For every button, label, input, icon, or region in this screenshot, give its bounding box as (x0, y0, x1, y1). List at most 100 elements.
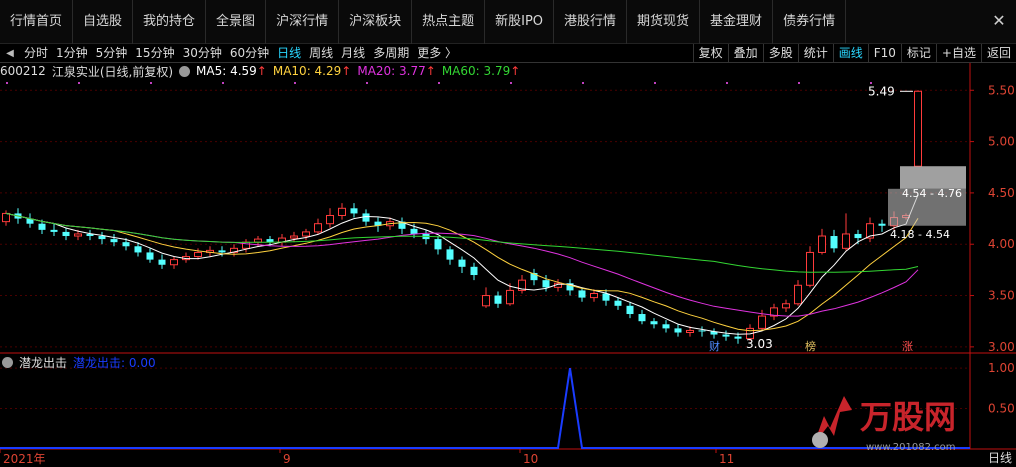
candle-body (482, 295, 490, 307)
candle-body (218, 250, 226, 253)
candle-body (446, 249, 454, 260)
period-1[interactable]: 1分钟 (52, 44, 92, 63)
candle-body (338, 207, 346, 216)
top-marker (222, 82, 224, 84)
candle-body (362, 213, 370, 222)
candle-body (494, 295, 502, 304)
stock-name: 江泉实业 (51, 64, 100, 79)
close-icon[interactable]: ✕ (990, 12, 1008, 30)
period-list: 分时 1分钟 5分钟 15分钟 30分钟 60分钟 日线 周线 月线 多周期 更多 〉 (20, 44, 461, 63)
toolbar-button-8[interactable]: 返回 (980, 44, 1016, 63)
event-marker-0: 财 (709, 339, 720, 353)
candle-body (470, 266, 478, 276)
candle-body (638, 314, 646, 322)
nav-tab-8[interactable]: 港股行情 (554, 0, 628, 44)
nav-tab-7[interactable]: 新股IPO (485, 0, 555, 44)
x-tick-label: 11 (719, 452, 734, 466)
candle-body (842, 233, 850, 249)
toolbar-button-3[interactable]: 统计 (797, 44, 833, 63)
top-marker (798, 82, 800, 84)
ma60-arrow-icon: ↑ (510, 64, 521, 78)
candle-body (74, 233, 82, 237)
nav-tab-1[interactable]: 自选股 (73, 0, 134, 44)
candle-body (38, 223, 46, 230)
chart-toolbar: 复权 叠加 多股 统计 画线 F10 标记 +自选 返回 (692, 44, 1016, 63)
stock-mode: (日线,前复权) (99, 64, 174, 79)
watermark-text: 万股网 (860, 398, 956, 436)
settings-circle-icon[interactable] (179, 65, 191, 77)
indicator-tick-label: 0.50 (988, 402, 1015, 416)
y-tick-label: 4.00 (988, 237, 1015, 251)
toolbar-button-6[interactable]: 标记 (900, 44, 936, 63)
toolbar-button-0[interactable]: 复权 (692, 44, 728, 63)
nav-tab-3[interactable]: 全景图 (206, 0, 267, 44)
ma20-arrow-icon: ↑ (425, 64, 436, 78)
period-6[interactable]: 日线 (273, 44, 305, 63)
watermark-logo: 万股网 www.201082.com (812, 396, 956, 453)
toolbar-button-1[interactable]: 叠加 (727, 44, 763, 63)
toolbar-button-4[interactable]: 画线 (832, 44, 868, 63)
gap-box-1 (900, 166, 966, 189)
nav-tab-5[interactable]: 沪深板块 (339, 0, 413, 44)
candle-body (686, 329, 694, 333)
toolbar-button-2[interactable]: 多股 (762, 44, 798, 63)
top-marker (654, 82, 656, 84)
toolbar-button-7[interactable]: +自选 (935, 44, 981, 63)
period-4[interactable]: 30分钟 (179, 44, 226, 63)
nav-tab-11[interactable]: 债券行情 (773, 0, 847, 44)
candle-body (170, 259, 178, 266)
nav-tab-10[interactable]: 基金理财 (700, 0, 774, 44)
event-marker-2: 涨 (902, 340, 913, 353)
period-0[interactable]: 分时 (20, 44, 52, 63)
top-navigation: 行情首页 自选股 我的持仓 全景图 沪深行情 沪深板块 热点主题 新股IPO 港股行情 期货现货基… (0, 0, 1016, 44)
candle-body (806, 251, 814, 286)
ma10-value: MA10: 4.29 (272, 64, 342, 78)
y-tick-label: 3.50 (988, 289, 1015, 303)
y-tick-label: 5.00 (988, 135, 1015, 149)
candle-body (110, 239, 118, 243)
period-9[interactable]: 多周期 (369, 44, 413, 63)
nav-tab-0[interactable]: 行情首页 (0, 0, 74, 44)
gap-range-1: 4.54 - 4.76 (902, 187, 962, 200)
candle-body (674, 328, 682, 333)
candle-body (326, 214, 334, 225)
period-7[interactable]: 周线 (305, 44, 337, 63)
period-5[interactable]: 60分钟 (226, 44, 273, 63)
period-2[interactable]: 5分钟 (92, 44, 132, 63)
stock-code: 600212 (0, 64, 46, 78)
nav-tab-2[interactable]: 我的持仓 (133, 0, 207, 44)
ma60-value: MA60: 3.79 (441, 64, 511, 78)
candle-body (698, 330, 706, 332)
candle-body (122, 242, 130, 247)
period-8[interactable]: 月线 (337, 44, 369, 63)
candle-body (146, 252, 154, 260)
indicator-header: 潜龙出击 潜龙出击: 0.00 (2, 354, 162, 370)
bottom-period-label[interactable]: 日线 (988, 449, 1012, 466)
indicator-settings-icon[interactable] (2, 356, 13, 368)
top-marker (582, 82, 584, 84)
candle-body (854, 233, 862, 239)
stock-info-line: 600212 江泉实业 (日线,前复权) MA5: 4.59 ↑ MA10: 4.… (0, 63, 526, 79)
candle-body (194, 251, 202, 258)
nav-tab-6[interactable]: 热点主题 (412, 0, 486, 44)
candle-body (350, 208, 358, 214)
candle-body (578, 290, 586, 298)
nav-tab-9[interactable]: 期货现货 (627, 0, 701, 44)
candle-body (434, 239, 442, 250)
ma10-arrow-icon: ↑ (341, 64, 352, 78)
candle-body (614, 300, 622, 306)
period-3[interactable]: 15分钟 (131, 44, 178, 63)
toolbar-button-5[interactable]: F10 (867, 44, 901, 63)
candle-body (62, 231, 70, 237)
period-10[interactable]: 更多 〉 (413, 44, 461, 63)
watermark-url: www.201082.com (866, 442, 956, 453)
candle-body (794, 284, 802, 305)
ma5-value: MA5: 4.59 (196, 64, 257, 78)
top-marker (6, 82, 8, 84)
collapse-arrow-icon[interactable]: ◀ (0, 48, 20, 59)
ma5-arrow-icon: ↑ (256, 64, 267, 78)
x-tick-label: 9 (283, 452, 291, 466)
candle-body (458, 259, 466, 267)
indicator-value: 潜龙出击: 0.00 (73, 355, 156, 370)
nav-tab-4[interactable]: 沪深行情 (266, 0, 340, 44)
